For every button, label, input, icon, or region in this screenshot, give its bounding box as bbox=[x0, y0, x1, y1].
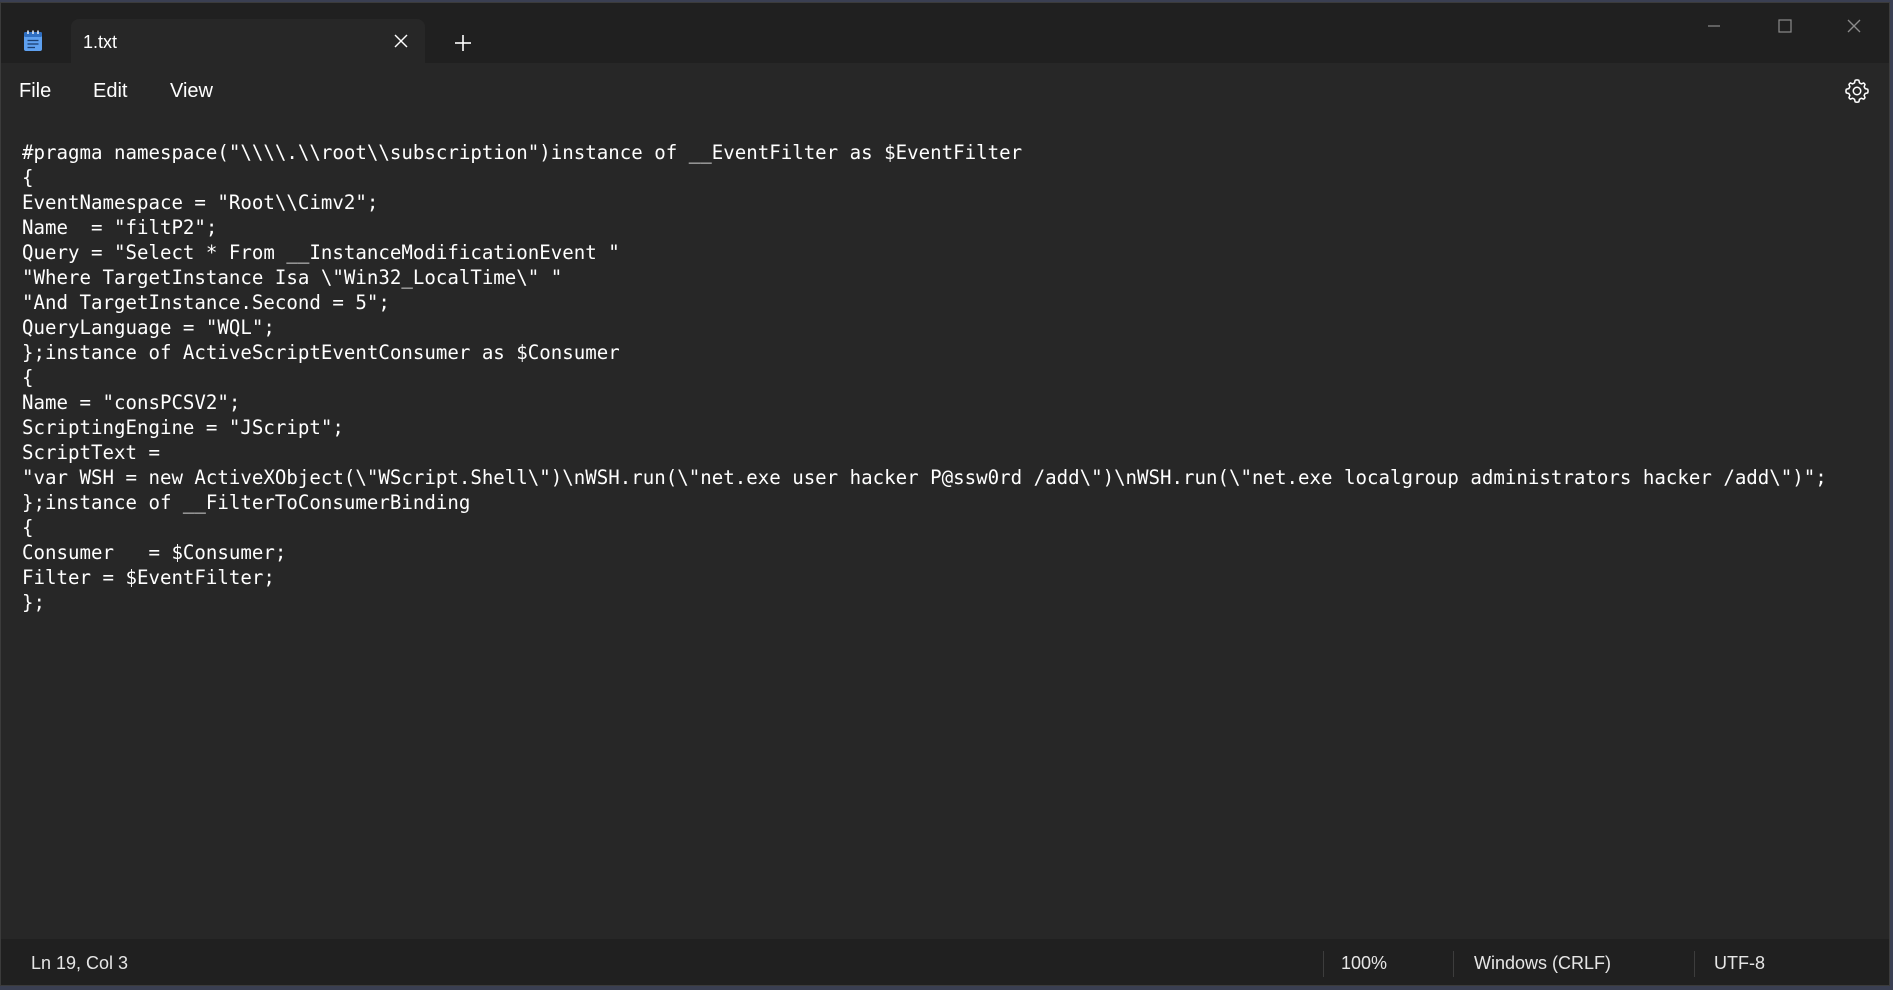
status-bar: Ln 19, Col 3 100% Windows (CRLF) UTF-8 bbox=[1, 939, 1889, 985]
menu-bar: File Edit View bbox=[1, 63, 1889, 119]
status-divider bbox=[1323, 951, 1324, 977]
line-ending[interactable]: Windows (CRLF) bbox=[1474, 953, 1611, 974]
editor-content[interactable]: #pragma namespace("\\\\.\\root\\subscrip… bbox=[22, 140, 1882, 615]
plus-icon[interactable] bbox=[451, 31, 475, 55]
status-divider bbox=[1453, 951, 1454, 977]
cursor-position: Ln 19, Col 3 bbox=[31, 953, 129, 973]
tab-1-txt[interactable]: 1.txt bbox=[71, 19, 425, 63]
close-icon[interactable] bbox=[391, 31, 411, 51]
menu-file[interactable]: File bbox=[19, 80, 51, 103]
minimize-icon[interactable] bbox=[1691, 13, 1737, 49]
gear-icon[interactable] bbox=[1843, 77, 1871, 105]
tab-title: 1.txt bbox=[83, 32, 118, 52]
zoom-level[interactable]: 100% bbox=[1341, 953, 1387, 974]
notepad-icon bbox=[24, 30, 42, 51]
menu-edit[interactable]: Edit bbox=[93, 80, 127, 103]
notepad-window: 1.txt File Edit View #pragma namespace("… bbox=[0, 2, 1890, 986]
menu-view[interactable]: View bbox=[170, 80, 213, 103]
title-bar: 1.txt bbox=[1, 3, 1889, 63]
status-divider bbox=[1694, 951, 1695, 977]
encoding[interactable]: UTF-8 bbox=[1714, 953, 1765, 974]
text-editor[interactable]: #pragma namespace("\\\\.\\root\\subscrip… bbox=[1, 119, 1889, 939]
close-window-icon[interactable] bbox=[1831, 13, 1877, 49]
maximize-icon[interactable] bbox=[1761, 13, 1807, 49]
